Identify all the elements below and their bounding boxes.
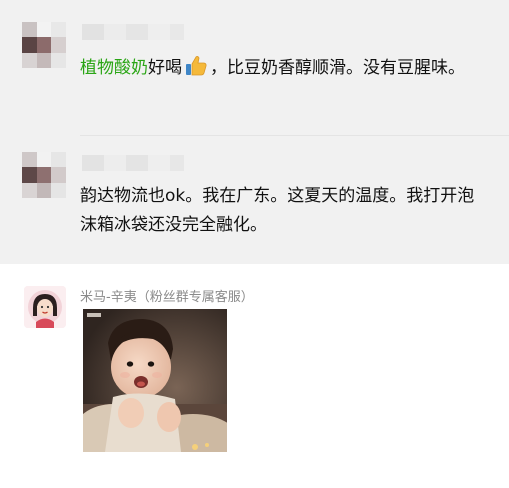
comment-text-part: ，比豆奶香醇顺滑。没有豆腥味。 [210,58,465,78]
comment-text: 植物酸奶好喝 ，比豆奶香醇顺滑。没有豆腥味。 [80,54,491,83]
comment-item: 植物酸奶好喝 ，比豆奶香醇顺滑。没有豆腥味。 [0,0,509,136]
avatar-blurred[interactable] [22,152,66,198]
comment-item: 韵达物流也ok。我在广东。这夏天的温度。我打开泡沫箱冰袋还没完全融化。 [0,136,509,264]
sender-name[interactable]: 米马-辛夷（粉丝群专属客服） [80,286,254,305]
comment-text: 韵达物流也ok。我在广东。这夏天的温度。我打开泡沫箱冰袋还没完全融化。 [80,186,475,235]
comment-text-part: 好喝 [148,58,182,78]
sender-name-blurred [82,155,184,171]
baby-photo[interactable] [83,309,227,452]
avatar-blurred[interactable] [22,22,66,68]
thumbs-up-icon [184,54,208,78]
comment-item: 米马-辛夷（粉丝群专属客服） [0,264,509,488]
avatar[interactable] [24,286,66,328]
sender-name-blurred [82,24,184,40]
product-link[interactable]: 植物酸奶 [80,58,148,78]
